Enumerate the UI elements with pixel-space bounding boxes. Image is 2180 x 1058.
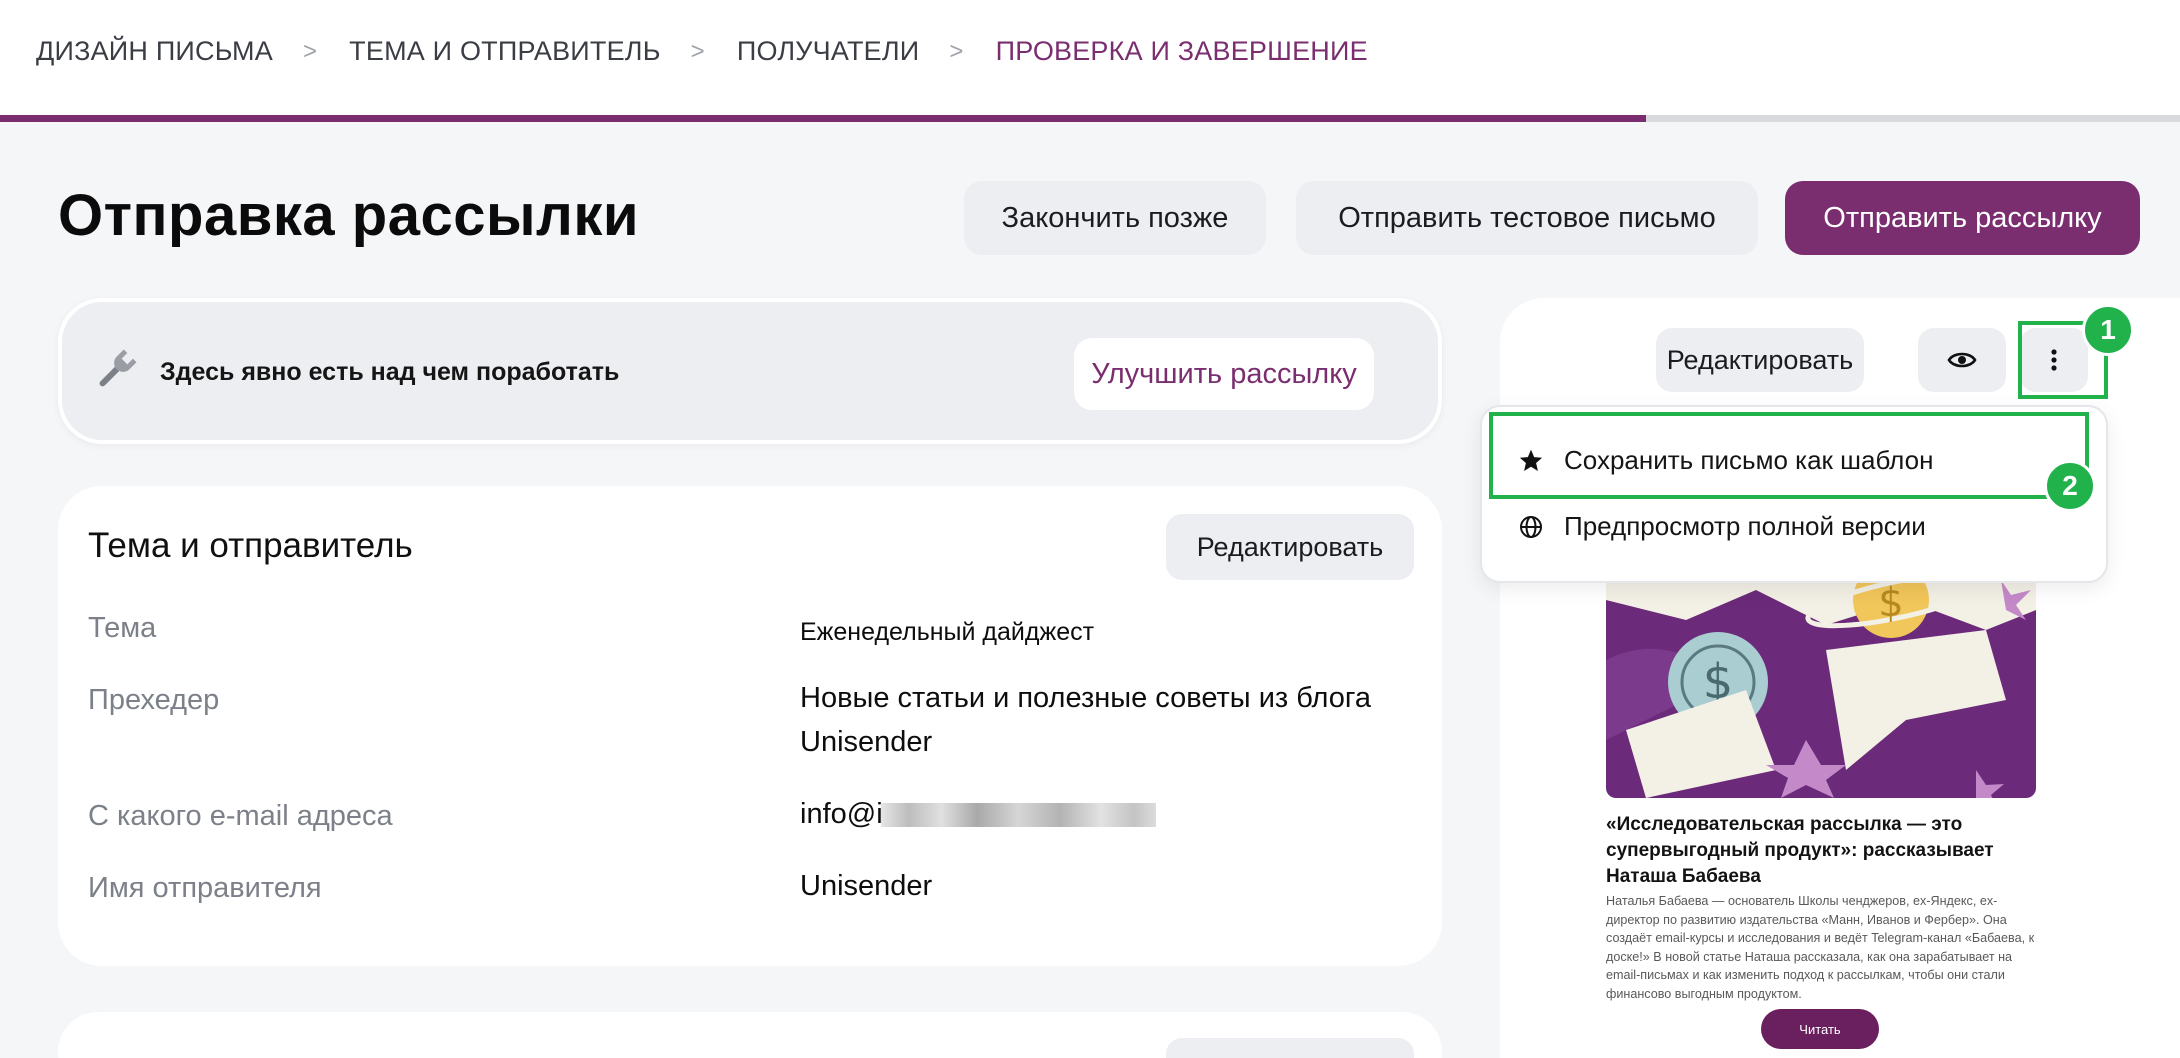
improve-campaign-button[interactable]: Улучшить рассылку bbox=[1074, 338, 1374, 410]
highlight-frame-save bbox=[1489, 412, 2089, 499]
step-review[interactable]: ПРОВЕРКА И ЗАВЕРШЕНИЕ bbox=[996, 36, 1368, 67]
subject-label: Тема bbox=[88, 612, 157, 644]
send-campaign-button[interactable]: Отправить рассылку bbox=[1785, 181, 2140, 255]
step-design[interactable]: ДИЗАЙН ПИСЬМА bbox=[36, 36, 273, 67]
subject-sender-card: Тема и отправитель Редактировать Тема Еж… bbox=[58, 486, 1442, 966]
redacted-blur bbox=[880, 803, 1156, 828]
send-test-button[interactable]: Отправить тестовое письмо bbox=[1296, 181, 1758, 255]
email-illustration: $ $ bbox=[1606, 570, 2036, 798]
page-title: Отправка рассылки bbox=[58, 183, 640, 248]
sender-email-text: info@i bbox=[800, 798, 883, 830]
eye-icon[interactable] bbox=[1918, 328, 2006, 392]
edit-email-button[interactable]: Редактировать bbox=[1656, 328, 1864, 392]
hint-text: Здесь явно есть над чем поработать bbox=[160, 358, 620, 386]
email-read-button[interactable]: Читать bbox=[1761, 1009, 1879, 1049]
email-article-body: Наталья Бабаева — основатель Школы чендж… bbox=[1606, 894, 2035, 1001]
edit-subject-button[interactable]: Редактировать bbox=[1166, 514, 1414, 580]
step-subject-sender[interactable]: ТЕМА И ОТПРАВИТЕЛЬ bbox=[349, 36, 660, 67]
edit-button-partial[interactable] bbox=[1166, 1038, 1414, 1058]
sender-name-label: Имя отправителя bbox=[88, 872, 322, 904]
progress-fill bbox=[0, 115, 1646, 122]
stepper-steps: ДИЗАЙН ПИСЬМА > ТЕМА И ОТПРАВИТЕЛЬ > ПОЛ… bbox=[36, 36, 1368, 67]
annotation-badge-2: 2 bbox=[2044, 460, 2096, 512]
next-card bbox=[58, 1012, 1442, 1058]
chevron-right-icon: > bbox=[949, 37, 964, 65]
sender-email-value: info@i bbox=[800, 792, 1420, 836]
improvement-hint-card: Здесь явно есть над чем поработать Улучш… bbox=[58, 298, 1442, 444]
chevron-right-icon: > bbox=[302, 37, 318, 65]
email-article-title: «Исследовательская рассылка — это суперв… bbox=[1606, 814, 1994, 887]
annotation-badge-1: 1 bbox=[2082, 304, 2134, 356]
wrench-icon bbox=[92, 346, 140, 394]
subject-value: Еженедельный дайджест bbox=[800, 618, 1095, 646]
menu-full-preview[interactable]: Предпросмотр полной версии bbox=[1518, 511, 1926, 542]
svg-text:$: $ bbox=[1878, 580, 1903, 626]
finish-later-button[interactable]: Закончить позже bbox=[964, 181, 1266, 255]
progress-bar bbox=[0, 115, 2180, 122]
card-title: Тема и отправитель bbox=[88, 526, 413, 565]
preheader-value: Новые статьи и полезные советы из блога … bbox=[800, 682, 1371, 758]
menu-item-label: Предпросмотр полной версии bbox=[1564, 511, 1926, 541]
step-recipients[interactable]: ПОЛУЧАТЕЛИ bbox=[737, 36, 920, 67]
sender-email-label: С какого e-mail адреса bbox=[88, 800, 393, 832]
stepper: ДИЗАЙН ПИСЬМА > ТЕМА И ОТПРАВИТЕЛЬ > ПОЛ… bbox=[0, 0, 2180, 122]
sender-name-value: Unisender bbox=[800, 870, 933, 902]
globe-icon bbox=[1518, 514, 1544, 540]
preheader-label: Прехедер bbox=[88, 684, 220, 716]
chevron-right-icon: > bbox=[690, 37, 705, 65]
